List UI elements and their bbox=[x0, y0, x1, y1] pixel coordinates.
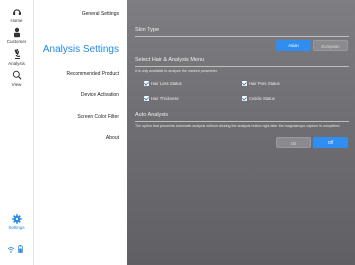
microscope-icon bbox=[14, 48, 20, 60]
checkbox-checked-icon bbox=[242, 96, 247, 101]
skin-type-title: Skin Type bbox=[135, 27, 160, 33]
cuticle-status-checkbox[interactable]: Cuticle Status bbox=[242, 96, 275, 101]
nav-rail: Home Customer Analysis View Settings bbox=[0, 0, 34, 265]
skin-type-european-button[interactable]: European bbox=[313, 40, 348, 51]
hair-thickness-label: Hair Thickness bbox=[151, 96, 179, 101]
menu-item-recommended-product[interactable]: Recommended Product bbox=[66, 71, 119, 77]
menu-item-analysis-settings[interactable]: Analysis Settings bbox=[43, 44, 119, 55]
rail-item-home[interactable]: Home bbox=[0, 8, 33, 23]
hair-pore-status-label: Hair Pore Status bbox=[249, 81, 280, 86]
checkbox-checked-icon bbox=[144, 81, 149, 86]
analysis-settings-panel: Skin Type Asian European Select Hair & A… bbox=[127, 0, 355, 265]
rail-item-settings[interactable]: Settings bbox=[0, 214, 33, 230]
hair-pore-status-checkbox[interactable]: Hair Pore Status bbox=[242, 81, 280, 86]
rail-label-customer: Customer bbox=[6, 39, 27, 44]
menu-item-screen-color-filter[interactable]: Screen Color Filter bbox=[77, 114, 119, 120]
search-icon bbox=[12, 70, 21, 80]
battery-icon bbox=[18, 245, 23, 253]
home-icon bbox=[12, 9, 21, 15]
rail-label-view: View bbox=[11, 82, 22, 87]
auto-analysis-description: The option that proceeds automatic analy… bbox=[135, 124, 341, 128]
hair-menu-description: It is only available to analyze the mark… bbox=[135, 69, 218, 73]
app-window: Home Customer Analysis View Settings Gen… bbox=[0, 0, 355, 265]
rail-label-settings: Settings bbox=[8, 225, 25, 230]
settings-menu: General Settings Analysis Settings Recom… bbox=[34, 0, 127, 265]
cuticle-status-label: Cuticle Status bbox=[249, 96, 275, 101]
skin-type-asian-button[interactable]: Asian bbox=[276, 40, 311, 51]
auto-analysis-off-button[interactable]: Off bbox=[313, 137, 348, 148]
customer-icon bbox=[13, 27, 20, 38]
auto-analysis-title: Auto Analysis bbox=[135, 112, 169, 118]
auto-analysis-on-button[interactable]: On bbox=[276, 137, 311, 148]
hair-menu-title: Select Hair & Analysis Menu bbox=[135, 57, 205, 63]
hair-loss-status-checkbox[interactable]: Hair Loss Status bbox=[144, 81, 182, 86]
menu-item-general-settings[interactable]: General Settings bbox=[82, 11, 119, 17]
menu-item-about[interactable]: About bbox=[106, 135, 119, 141]
checkbox-checked-icon bbox=[144, 96, 149, 101]
hair-menu-divider bbox=[135, 66, 349, 67]
rail-label-analysis: Analysis bbox=[8, 61, 25, 66]
auto-analysis-divider bbox=[135, 121, 349, 122]
hair-thickness-checkbox[interactable]: Hair Thickness bbox=[144, 96, 179, 101]
menu-item-device-activation[interactable]: Device Activation bbox=[81, 92, 119, 98]
hair-loss-status-label: Hair Loss Status bbox=[151, 81, 182, 86]
skin-type-divider bbox=[135, 36, 349, 37]
rail-item-view[interactable]: View bbox=[0, 70, 33, 87]
gear-icon bbox=[11, 214, 22, 224]
rail-item-customer[interactable]: Customer bbox=[0, 27, 33, 44]
rail-item-analysis[interactable]: Analysis bbox=[0, 48, 33, 66]
rail-label-home: Home bbox=[10, 18, 23, 23]
wifi-icon bbox=[7, 247, 15, 253]
checkbox-checked-icon bbox=[242, 81, 247, 86]
